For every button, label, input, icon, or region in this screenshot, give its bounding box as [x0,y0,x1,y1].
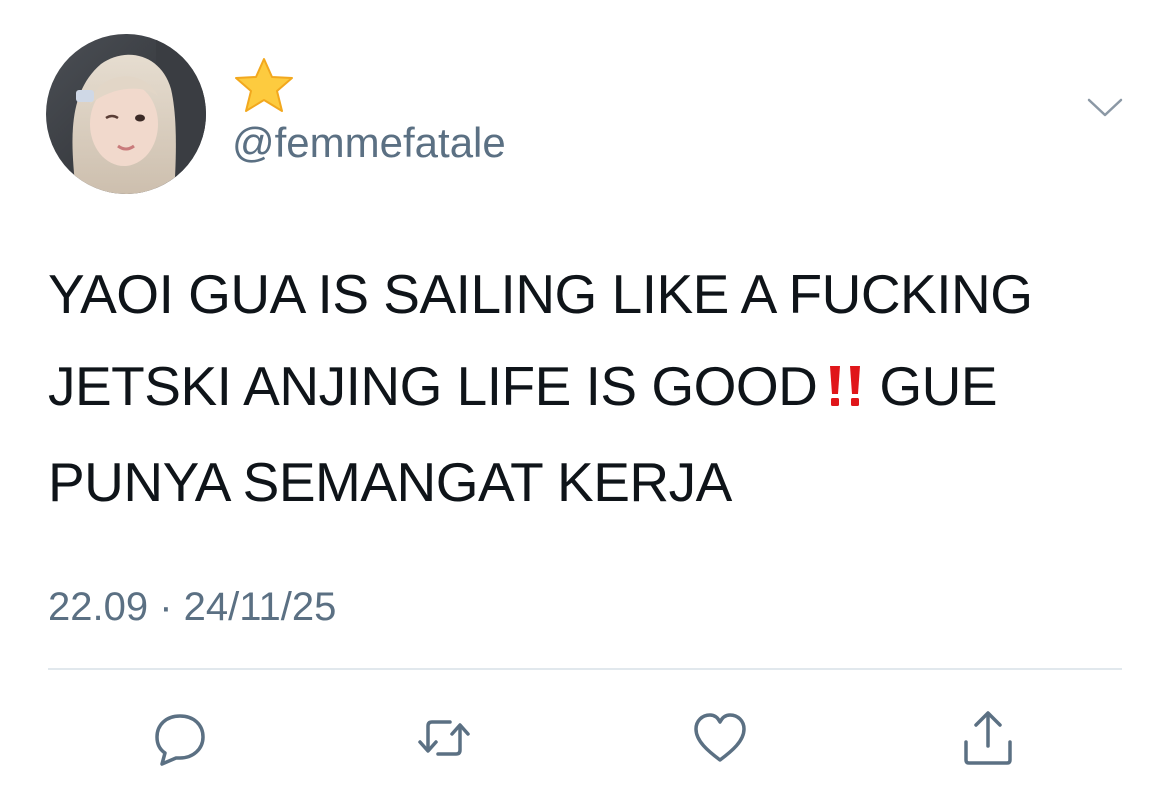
tweet-text-segment: JETSKI ANJING LIFE IS GOOD [48,355,818,417]
like-button[interactable] [690,708,750,768]
timestamp[interactable]: 22.09 · 24/11/25 [48,582,336,632]
share-button[interactable] [958,708,1018,768]
tweet-text-segment: GUE [879,355,998,417]
retweet-icon [418,720,470,756]
chevron-down-icon[interactable] [1086,96,1124,120]
user-handle[interactable]: @femmefatale [232,118,506,168]
reply-button[interactable] [150,708,210,768]
avatar[interactable] [46,34,206,194]
tweet-card: @femmefatale YAOI GUA IS SAILING LIKE A … [0,0,1170,802]
display-name-star [232,56,296,114]
retweet-button[interactable] [414,708,474,768]
reply-bubble-icon [155,714,205,766]
tweet-text-line: YAOI GUA IS SAILING LIKE A FUCKING [48,263,1033,325]
divider [48,668,1122,670]
share-icon [964,711,1012,765]
tweet-text: YAOI GUA IS SAILING LIKE A FUCKING JETSK… [48,248,1138,528]
double-exclamation-icon [823,344,869,436]
avatar-photo [46,34,206,194]
heart-icon [694,713,746,762]
tweet-text-line: PUNYA SEMANGAT KERJA [48,451,732,513]
star-icon [235,58,293,112]
tweet-text-line: JETSKI ANJING LIFE IS GOOD GUE [48,340,1138,436]
